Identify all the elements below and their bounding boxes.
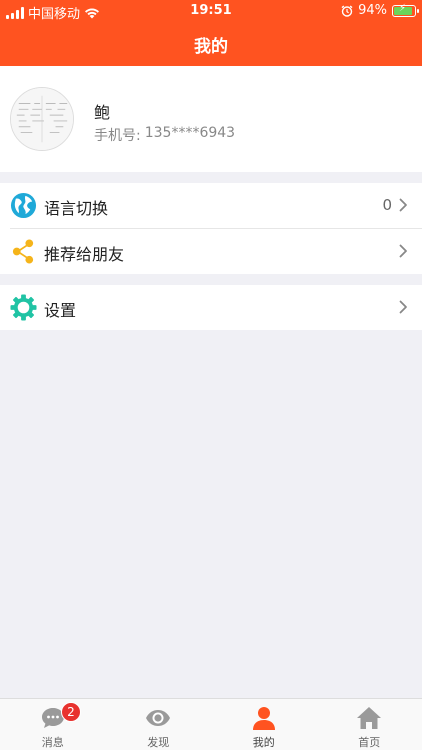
status-right: 94% ⚡ xyxy=(341,2,419,18)
menu-item-share[interactable]: 推荐给朋友 xyxy=(0,229,422,274)
tab-label-home: 首页 xyxy=(358,736,381,749)
menu-group-1: 语言切换 0 推荐给朋友 xyxy=(0,183,422,274)
phone-number: 135****6943 xyxy=(144,125,236,141)
tab-label-me: 我的 xyxy=(252,736,275,749)
avatar-image xyxy=(11,88,73,150)
person-icon xyxy=(252,707,275,730)
status-bar: 中国移动 19:51 94% ⚡ xyxy=(0,0,422,22)
battery-icon: ⚡ xyxy=(392,2,419,17)
tab-home[interactable]: 首页 xyxy=(317,699,422,750)
user-phone: 手机号: 135****6943 xyxy=(94,125,235,145)
menu-label-language: 语言切换 xyxy=(44,199,109,218)
nav-bar: 我的 xyxy=(0,22,422,66)
tab-label-discover: 发现 xyxy=(147,736,170,749)
tab-discover[interactable]: 发现 xyxy=(106,699,212,750)
tab-me[interactable]: 我的 xyxy=(211,699,317,750)
tab-label-messages: 消息 xyxy=(41,736,64,749)
unread-badge: 2 xyxy=(61,702,81,722)
home-icon xyxy=(357,707,382,729)
language-value: 0 xyxy=(382,196,392,214)
phone-label: 手机号: xyxy=(94,128,141,144)
page-title: 我的 xyxy=(194,36,228,57)
menu-group-2: 设置 xyxy=(0,285,422,330)
menu-item-settings[interactable]: 设置 xyxy=(0,285,422,330)
chevron-right-icon xyxy=(399,198,407,212)
menu-label-settings: 设置 xyxy=(44,301,77,320)
avatar[interactable] xyxy=(10,87,74,151)
gear-icon xyxy=(10,294,37,321)
tab-messages[interactable]: 消息 2 xyxy=(0,699,106,750)
menu-item-language[interactable]: 语言切换 0 xyxy=(0,183,422,228)
chevron-right-icon xyxy=(399,244,407,258)
chevron-right-icon xyxy=(399,300,407,314)
profile-card[interactable]: 鲍 手机号: 135****6943 xyxy=(0,66,422,172)
globe-icon xyxy=(10,192,37,219)
user-name: 鲍 xyxy=(94,103,111,122)
menu-label-share: 推荐给朋友 xyxy=(44,245,125,264)
charging-icon: ⚡ xyxy=(399,2,407,14)
battery-percent: 94% xyxy=(358,3,387,18)
eye-icon xyxy=(146,710,171,726)
tab-bar: 消息 2 发现 我的 首页 xyxy=(0,698,422,750)
share-icon xyxy=(12,239,34,264)
alarm-icon xyxy=(341,4,353,17)
